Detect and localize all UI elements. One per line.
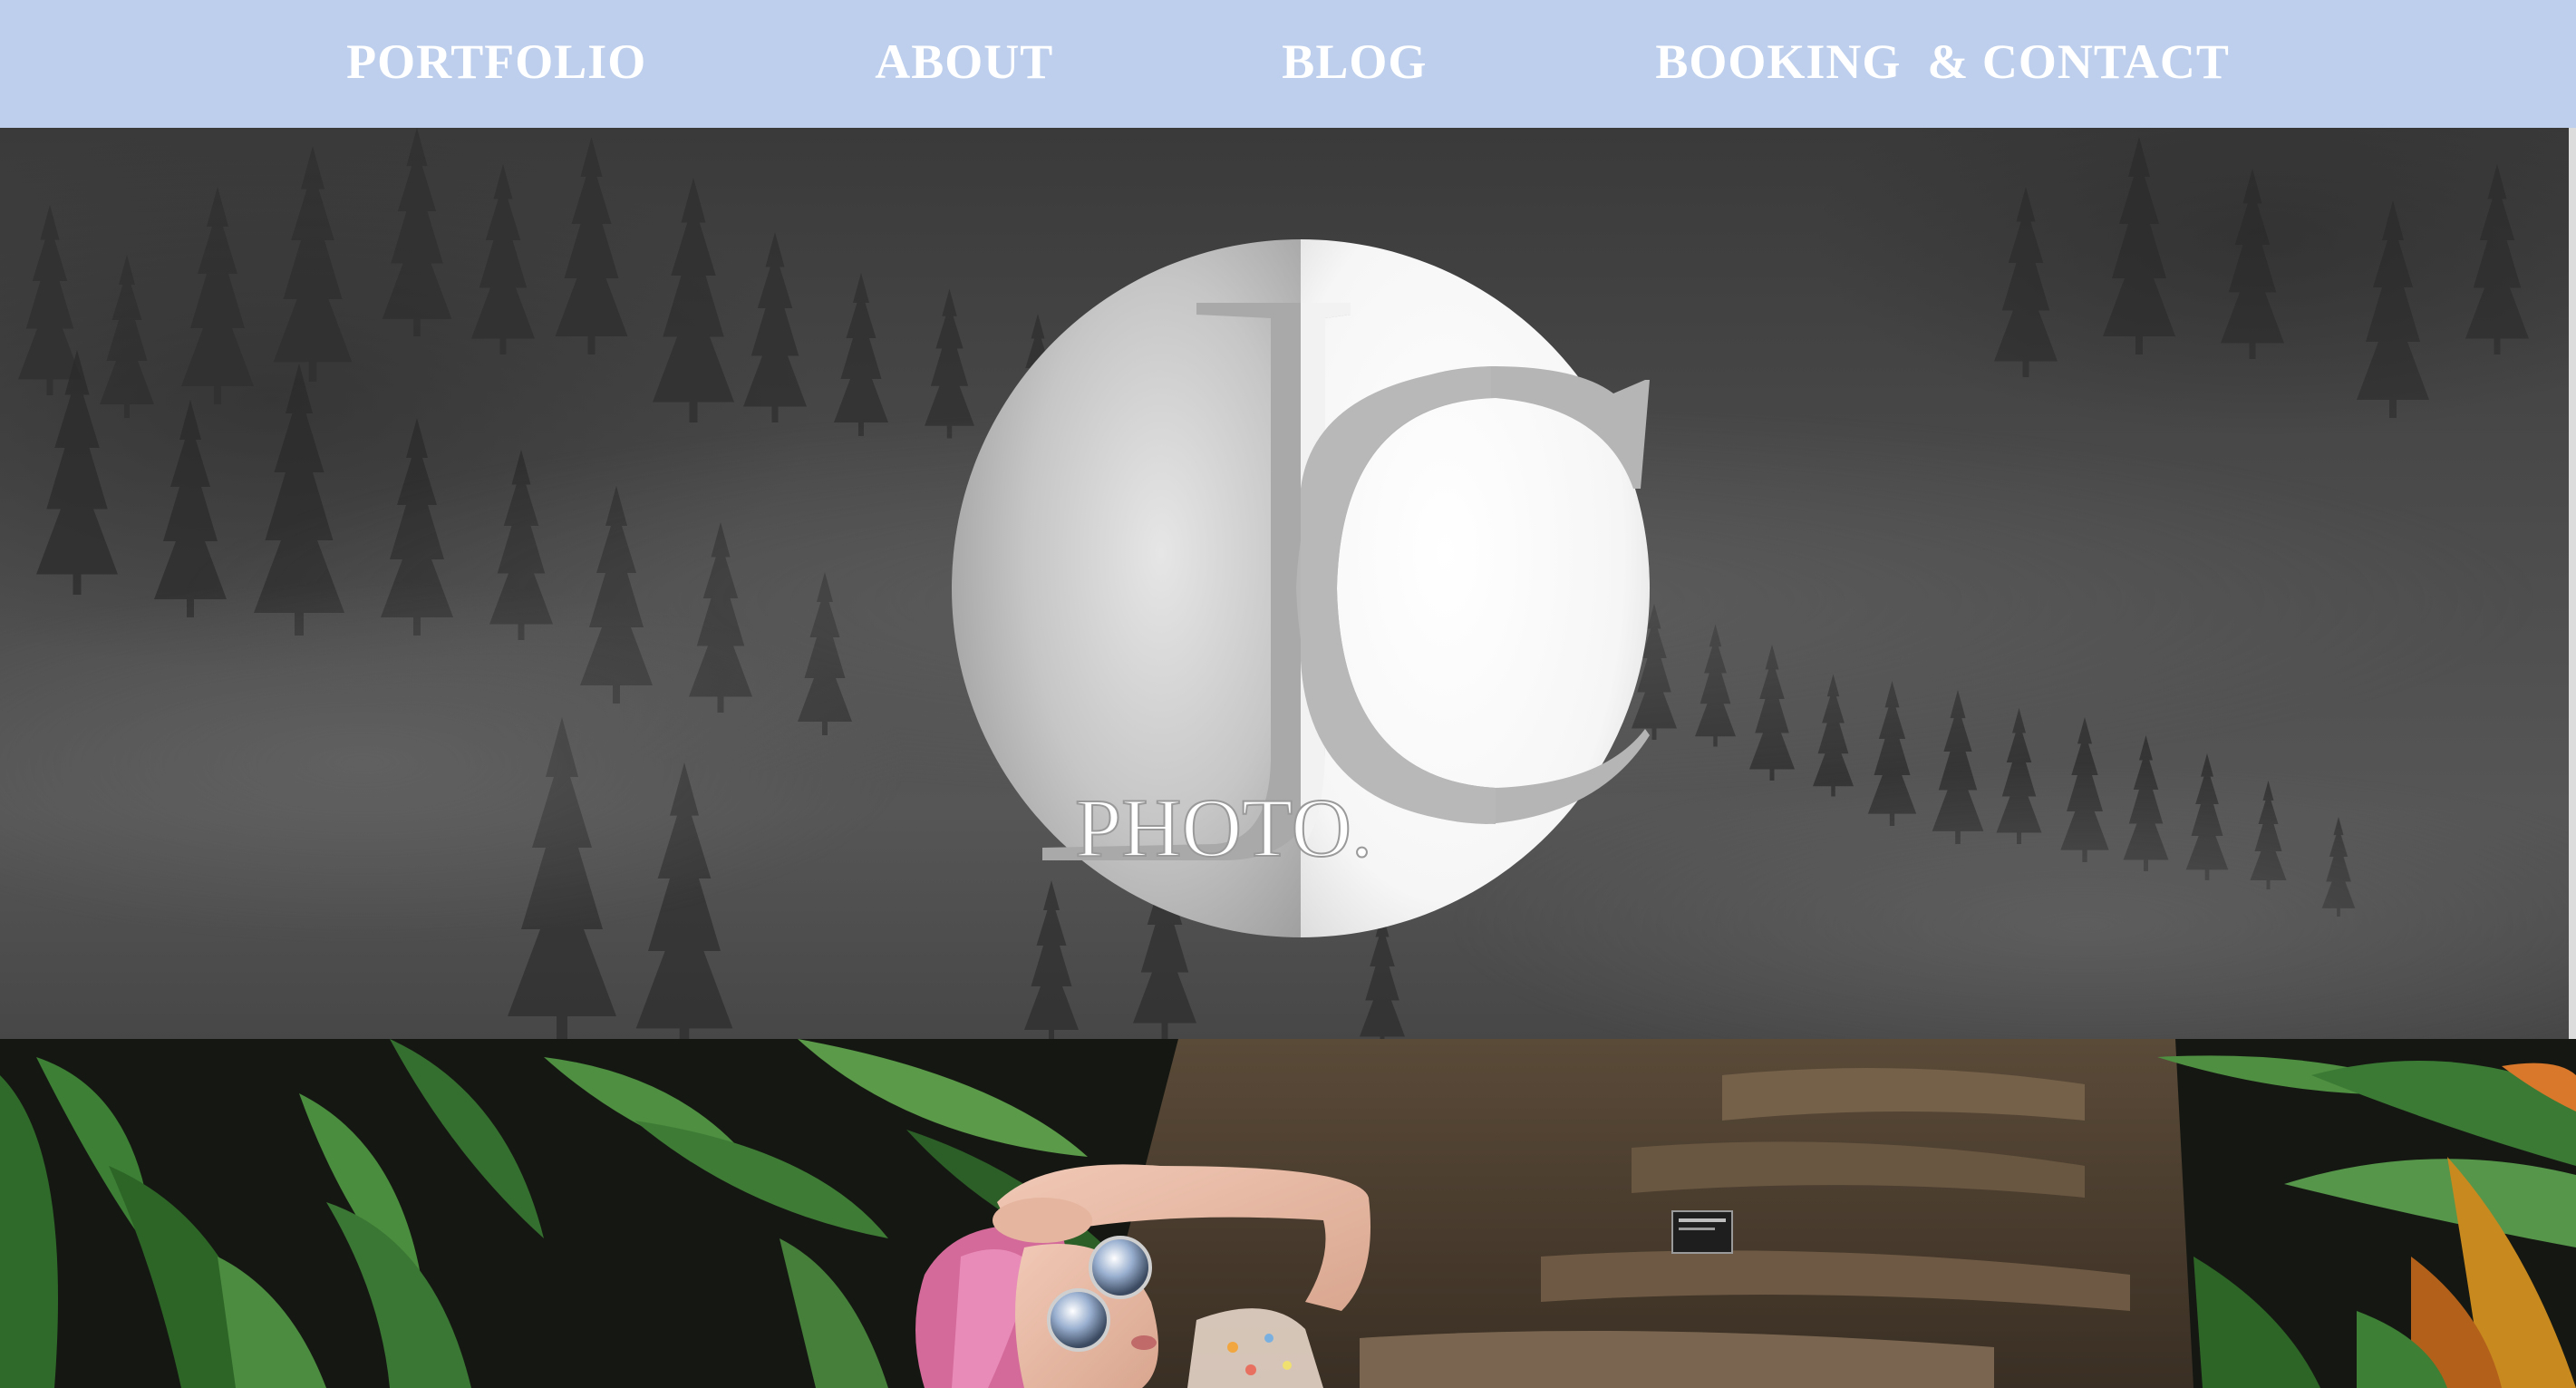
nav-link-about[interactable]: ABOUT [875, 34, 1053, 89]
logo-wordmark: PHOTO. [1075, 781, 1372, 874]
top-navigation: PORTFOLIO ABOUT BLOG BOOKING & CONTACT [0, 0, 2576, 128]
nav-link-portfolio[interactable]: PORTFOLIO [346, 34, 646, 89]
nav-link-blog[interactable]: BLOG [1282, 34, 1427, 89]
nav-item-about: ABOUT [875, 34, 1053, 90]
nav-item-portfolio: PORTFOLIO [346, 34, 646, 90]
page: PORTFOLIO ABOUT BLOG BOOKING & CONTACT P… [0, 0, 2576, 1388]
hero-banner: PHOTO. [0, 128, 2576, 1039]
woman-in-jungle-image [0, 1039, 2576, 1388]
nav-link-booking-contact[interactable]: BOOKING & CONTACT [1655, 34, 2230, 89]
jc-photo-logo[interactable]: PHOTO. [952, 235, 1659, 942]
nav-list: PORTFOLIO ABOUT BLOG BOOKING & CONTACT [346, 34, 2230, 90]
feature-photo [0, 1039, 2576, 1388]
nav-item-booking-contact: BOOKING & CONTACT [1655, 34, 2230, 90]
nav-item-blog: BLOG [1282, 34, 1427, 90]
scroll-edge [2569, 128, 2576, 1039]
